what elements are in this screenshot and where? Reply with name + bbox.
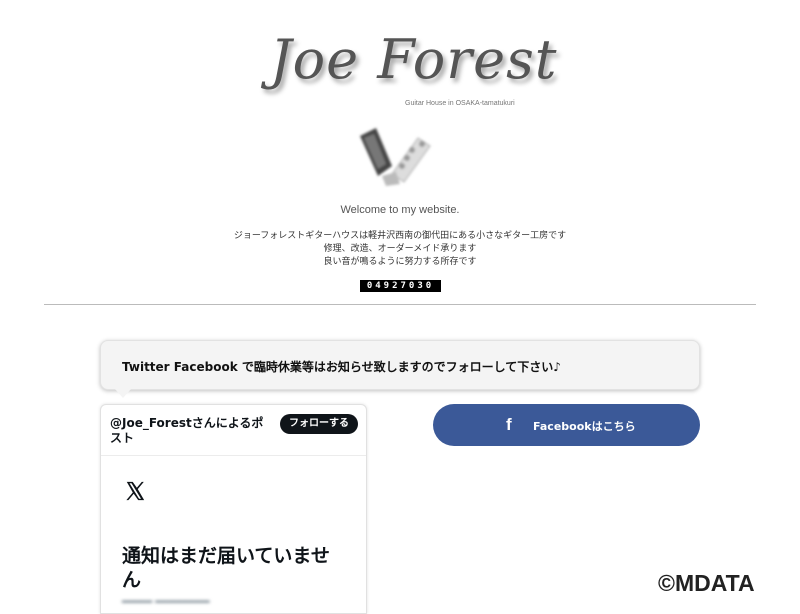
- logo-text: Joe Forest: [270, 28, 558, 91]
- welcome-text: Welcome to my website.: [340, 204, 460, 216]
- guitar-headstock-image: [360, 128, 431, 186]
- divider: [44, 304, 756, 305]
- facebook-button[interactable]: f Facebookはこちら: [433, 404, 700, 446]
- x-logo-icon: [126, 481, 145, 501]
- intro-text: ジョーフォレストギターハウスは軽井沢西南の御代田にある小さなギター工房です 修理…: [0, 230, 800, 269]
- follow-button[interactable]: フォローする: [280, 414, 358, 434]
- site-logo[interactable]: Joe Forest Guitar House in OSAKA-tamatuk…: [262, 28, 557, 108]
- widget-header: @Joe_Forestさんによるポスト フォローする: [101, 405, 366, 456]
- visitor-counter: 04927030: [360, 280, 441, 292]
- notice-tail: [115, 389, 131, 398]
- watermark: ©MDATA: [658, 570, 755, 596]
- logo-subtitle: Guitar House in OSAKA-tamatukuri: [405, 100, 515, 107]
- facebook-button-label: Facebookはこちら: [533, 420, 636, 433]
- empty-state-title: 通知はまだ届いていません: [122, 545, 330, 591]
- intro-line: ジョーフォレストギターハウスは軽井沢西南の御代田にある小さなギター工房です: [233, 231, 567, 241]
- empty-state-subtitle: ━━━━━ ━━━━━━━━━: [122, 597, 210, 608]
- notice-box: Twitter Facebook で臨時休業等はお知らせ致しますのでフォローして…: [100, 340, 700, 398]
- facebook-icon: f: [506, 415, 512, 434]
- intro-line: 良い音が鳴るように努力する所存です: [323, 257, 477, 267]
- intro-line: 修理、改造、オーダーメイド承ります: [323, 244, 477, 254]
- twitter-timeline-widget[interactable]: @Joe_Forestさんによるポスト フォローする 通知はまだ届いていません …: [100, 404, 367, 614]
- widget-title[interactable]: @Joe_Forestさんによるポスト: [110, 416, 270, 446]
- notice-text: Twitter Facebook で臨時休業等はお知らせ致しますのでフォローして…: [122, 360, 561, 374]
